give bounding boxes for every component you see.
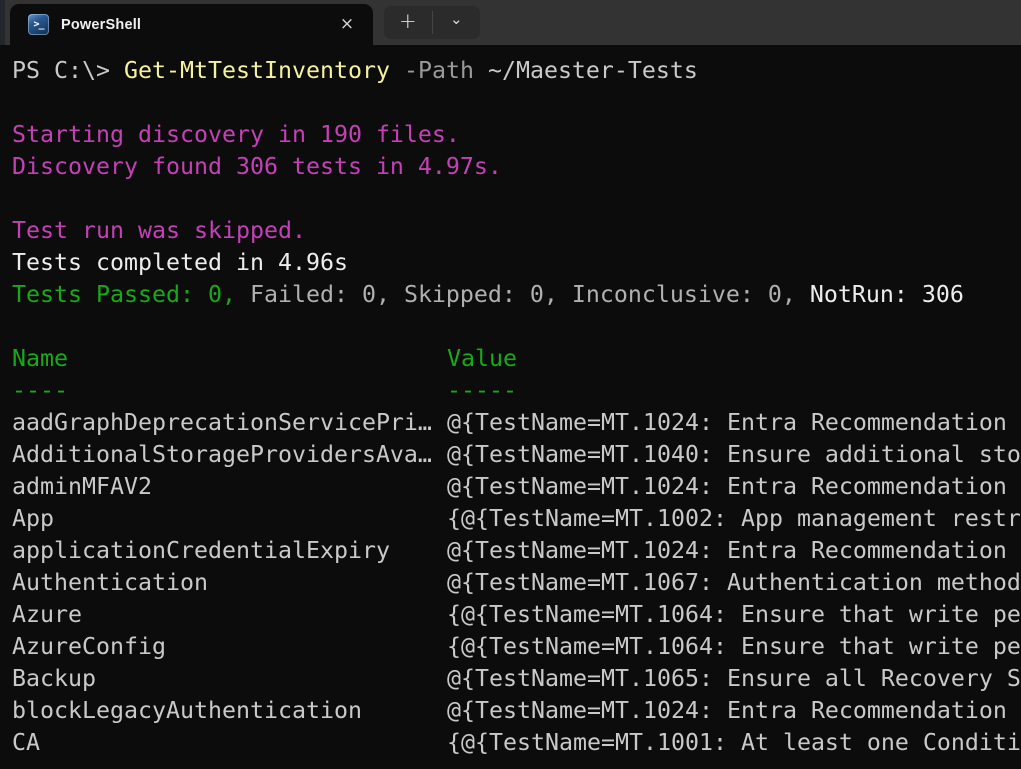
window-edge bbox=[0, 0, 5, 45]
test-run-skipped-line: Test run was skipped. bbox=[12, 215, 1021, 247]
discovery-start-line: Starting discovery in 190 files. bbox=[12, 119, 1021, 151]
row-name: Azure bbox=[12, 599, 447, 631]
tab-title: PowerShell bbox=[61, 17, 141, 33]
table-row: App{@{TestName=MT.1002: App management r… bbox=[12, 503, 1021, 535]
name-underline: ---- bbox=[12, 375, 447, 407]
table-row: Backup@{TestName=MT.1065: Ensure all Rec… bbox=[12, 663, 1021, 695]
plus-icon: + bbox=[399, 11, 417, 32]
blank-line bbox=[12, 311, 1021, 343]
table-header-row: NameValue bbox=[12, 343, 1021, 375]
value-column-header: Value bbox=[447, 343, 1021, 375]
blank-line bbox=[12, 183, 1021, 215]
tab-dropdown-button[interactable]: ⌄ bbox=[433, 6, 481, 39]
terminal-window: >_ PowerShell × + ⌄ PS C:\> Get-MtTestIn… bbox=[0, 0, 1021, 769]
row-name: AdditionalStorageProvidersAva… bbox=[12, 439, 447, 471]
row-value: {@{TestName=MT.1064: Ensure that write p… bbox=[447, 631, 1021, 663]
row-value: @{TestName=MT.1067: Authentication metho… bbox=[447, 567, 1021, 599]
chevron-down-icon: ⌄ bbox=[450, 12, 463, 27]
row-value: @{TestName=MT.1065: Ensure all Recovery … bbox=[447, 663, 1021, 695]
terminal-content[interactable]: PS C:\> Get-MtTestInventory -Path ~/Maes… bbox=[0, 45, 1021, 769]
parameter-text: -Path bbox=[390, 57, 474, 84]
discovery-found-line: Discovery found 306 tests in 4.97s. bbox=[12, 151, 1021, 183]
close-tab-icon[interactable]: × bbox=[337, 16, 357, 33]
row-name: applicationCredentialExpiry bbox=[12, 535, 447, 567]
table-row: AdditionalStorageProvidersAva…@{TestName… bbox=[12, 439, 1021, 471]
row-name: Authentication bbox=[12, 567, 447, 599]
row-value: {@{TestName=MT.1001: At least one Condit… bbox=[447, 727, 1021, 759]
tests-summary-line: Tests Passed: 0, Failed: 0, Skipped: 0, … bbox=[12, 279, 1021, 311]
table-row: adminMFAV2@{TestName=MT.1024: Entra Reco… bbox=[12, 471, 1021, 503]
row-value: @{TestName=MT.1024: Entra Recommendation bbox=[447, 471, 1021, 503]
row-value: @{TestName=MT.1024: Entra Recommendation bbox=[447, 407, 1021, 439]
table-row: aadGraphDeprecationServicePri…@{TestName… bbox=[12, 407, 1021, 439]
row-value: {@{TestName=MT.1002: App management rest… bbox=[447, 503, 1021, 535]
table-row: CA{@{TestName=MT.1001: At least one Cond… bbox=[12, 727, 1021, 759]
row-value: @{TestName=MT.1040: Ensure additional st… bbox=[447, 439, 1021, 471]
table-row: Authentication@{TestName=MT.1067: Authen… bbox=[12, 567, 1021, 599]
table-row: AzureConfig{@{TestName=MT.1064: Ensure t… bbox=[12, 631, 1021, 663]
row-name: aadGraphDeprecationServicePri… bbox=[12, 407, 447, 439]
tab-bar: >_ PowerShell × + ⌄ bbox=[0, 0, 1021, 45]
row-name: Backup bbox=[12, 663, 447, 695]
name-column-header: Name bbox=[12, 343, 447, 375]
tests-completed-line: Tests completed in 4.96s bbox=[12, 247, 1021, 279]
command-text: Get-MtTestInventory bbox=[124, 57, 390, 84]
row-name: App bbox=[12, 503, 447, 535]
tab-powershell[interactable]: >_ PowerShell × bbox=[10, 4, 373, 45]
row-name: CA bbox=[12, 727, 447, 759]
prompt-line: PS C:\> Get-MtTestInventory -Path ~/Maes… bbox=[12, 55, 1021, 87]
summary-passed: Tests Passed: 0, bbox=[12, 281, 236, 308]
row-value: {@{TestName=MT.1064: Ensure that write p… bbox=[447, 599, 1021, 631]
powershell-icon: >_ bbox=[28, 14, 49, 35]
argument-text: ~/Maester-Tests bbox=[474, 57, 698, 84]
row-name: AzureConfig bbox=[12, 631, 447, 663]
summary-middle: Failed: 0, Skipped: 0, Inconclusive: 0, bbox=[236, 281, 810, 308]
table-row: blockLegacyAuthentication@{TestName=MT.1… bbox=[12, 695, 1021, 727]
table-row: applicationCredentialExpiry@{TestName=MT… bbox=[12, 535, 1021, 567]
blank-line bbox=[12, 87, 1021, 119]
row-value: @{TestName=MT.1024: Entra Recommendation bbox=[447, 535, 1021, 567]
value-underline: ----- bbox=[447, 375, 1021, 407]
row-name: adminMFAV2 bbox=[12, 471, 447, 503]
summary-notrun: NotRun: 306 bbox=[810, 281, 964, 308]
table-rows: aadGraphDeprecationServicePri…@{TestName… bbox=[12, 407, 1021, 759]
table-underline-row: --------- bbox=[12, 375, 1021, 407]
tab-actions: + ⌄ bbox=[384, 6, 480, 39]
table-row: Azure{@{TestName=MT.1064: Ensure that wr… bbox=[12, 599, 1021, 631]
row-name: blockLegacyAuthentication bbox=[12, 695, 447, 727]
row-value: @{TestName=MT.1024: Entra Recommendation bbox=[447, 695, 1021, 727]
new-tab-button[interactable]: + bbox=[384, 6, 432, 39]
prompt: PS C:\> bbox=[12, 57, 124, 84]
